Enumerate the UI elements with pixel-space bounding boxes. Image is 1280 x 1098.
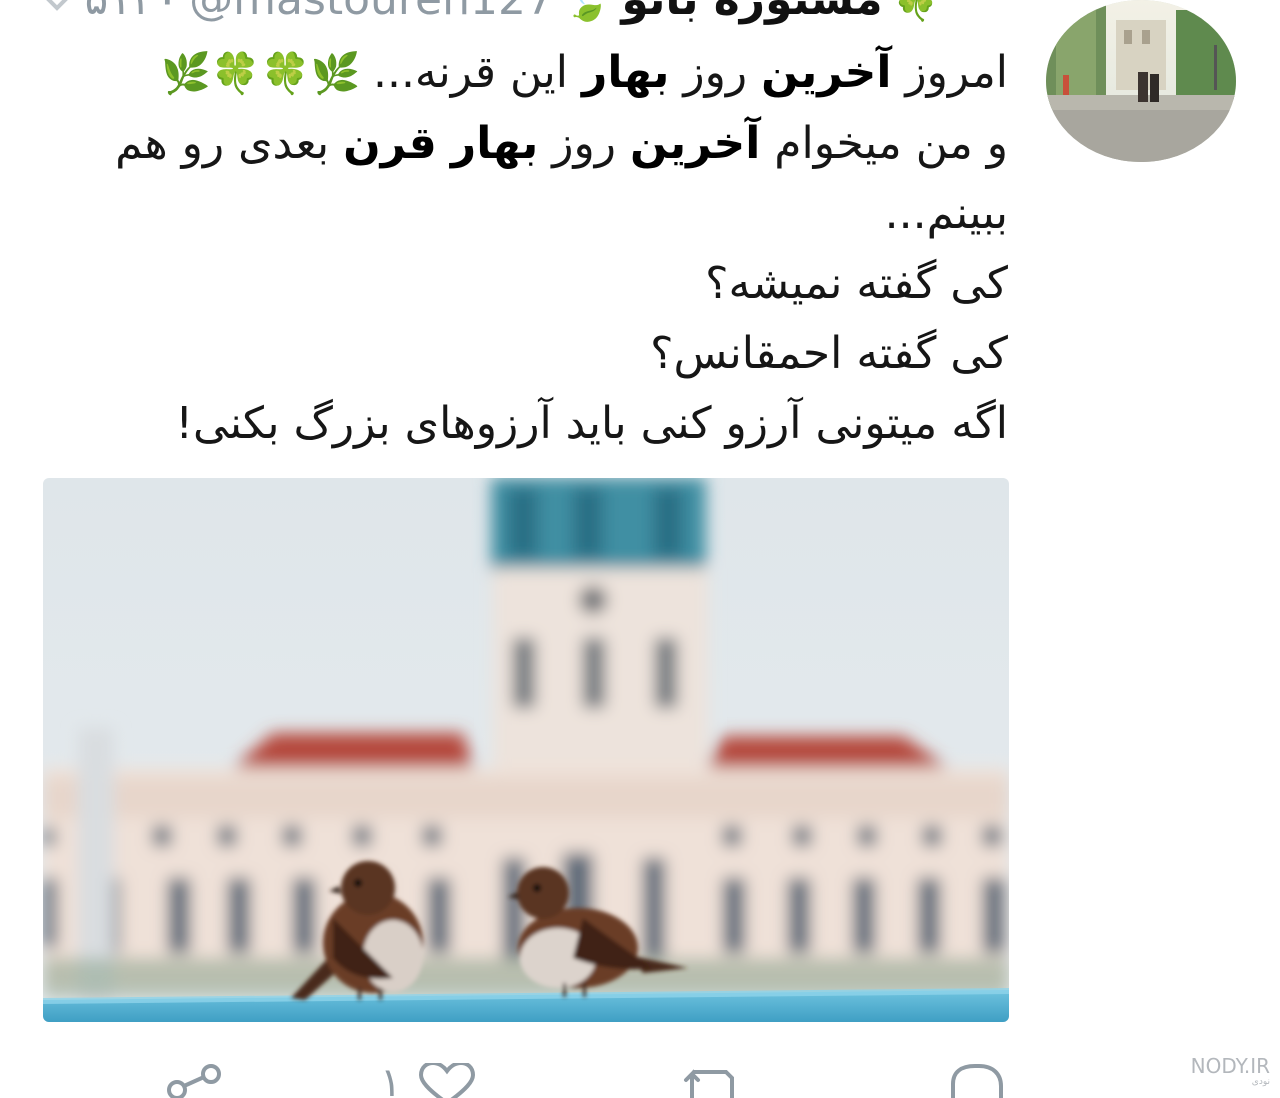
tweet-line: کی گفته احمقانس؟ <box>130 319 1008 389</box>
tweet-text-segment: ببینم... <box>884 188 1008 239</box>
tweet-bold-word: آخرین <box>630 118 761 169</box>
tweet-text-segment: کی گفته احمقانس؟ <box>650 328 1008 379</box>
timestamp: ۵۱۲۰ <box>85 0 180 25</box>
sparrows-palace-photo <box>43 478 1009 1022</box>
tweet-line: کی گفته نمیشه؟ <box>130 249 1008 319</box>
avatar[interactable] <box>1046 0 1236 162</box>
tweet-body: امروز آخرین روز بهار این قرنه... 🌿🍀🍀🌿 و م… <box>115 38 1008 459</box>
tweet-bold-word: قرن <box>343 118 437 169</box>
tweet-bold-word: بهار <box>450 118 539 169</box>
username[interactable]: @mastoureh127 <box>189 0 554 25</box>
like-count: ۱ <box>380 1060 402 1098</box>
tweet-text-segment: روز <box>538 118 630 169</box>
tweet-bold-word: آخرین <box>761 47 892 98</box>
share-icon <box>167 1064 221 1098</box>
tweet-bold-word: بهار <box>582 47 670 98</box>
avatar-photo <box>1046 0 1236 162</box>
tweet-text-segment: امروز <box>891 47 1008 98</box>
tweet-header: 🍀 مستوره بانو 🍃 @mastoureh127 ۵۱۲۰ <box>85 0 940 25</box>
chevron-down-icon[interactable] <box>44 0 70 18</box>
reply-button[interactable] <box>945 1060 1009 1098</box>
tweet-image[interactable] <box>43 478 1009 1022</box>
like-button[interactable]: ۱ <box>380 1060 477 1098</box>
tweet-screen: 🍀 مستوره بانو 🍃 @mastoureh127 ۵۱۲۰ <box>0 0 1280 1098</box>
tweet-line: و من میخوام آخرین روز بهار قرن بعدی رو ه… <box>115 109 1008 179</box>
tweet-text-segment: روز <box>669 47 762 98</box>
display-name[interactable]: مستوره بانو <box>621 0 882 25</box>
reply-icon <box>951 1064 1003 1098</box>
share-button[interactable] <box>165 1060 225 1098</box>
watermark: NODY.IR نودی <box>1191 1056 1270 1090</box>
tweet-text-segment: اگه میتونی آرزو کنی باید آرزوهای بزرگ بک… <box>175 398 1008 449</box>
tweet-line: اگه میتونی آرزو کنی باید آرزوهای بزرگ بک… <box>130 389 1008 459</box>
tweet-actions: ۱ <box>0 1060 1280 1098</box>
retweet-icon <box>684 1069 734 1098</box>
tweet-text-segment: این قرنه... <box>372 47 583 98</box>
tweet-line: امروز آخرین روز بهار این قرنه... 🌿🍀🍀🌿 <box>130 38 1008 109</box>
tweet-text-segment: کی گفته نمیشه؟ <box>705 258 1008 309</box>
heart-icon <box>419 1063 476 1098</box>
name-emoji: 🍀 <box>892 0 940 23</box>
tweet-line: ببینم... <box>130 179 1008 249</box>
retweet-button[interactable] <box>680 1060 744 1098</box>
tweet-text-segment: بعدی رو هم <box>115 118 344 169</box>
name-leaf-emoji: 🍃 <box>564 0 612 23</box>
clover-emoji-group: 🌿🍀🍀🌿 <box>161 51 373 97</box>
tweet-text-segment <box>437 118 451 169</box>
tweet-text-segment: و من میخوام <box>760 118 1008 169</box>
